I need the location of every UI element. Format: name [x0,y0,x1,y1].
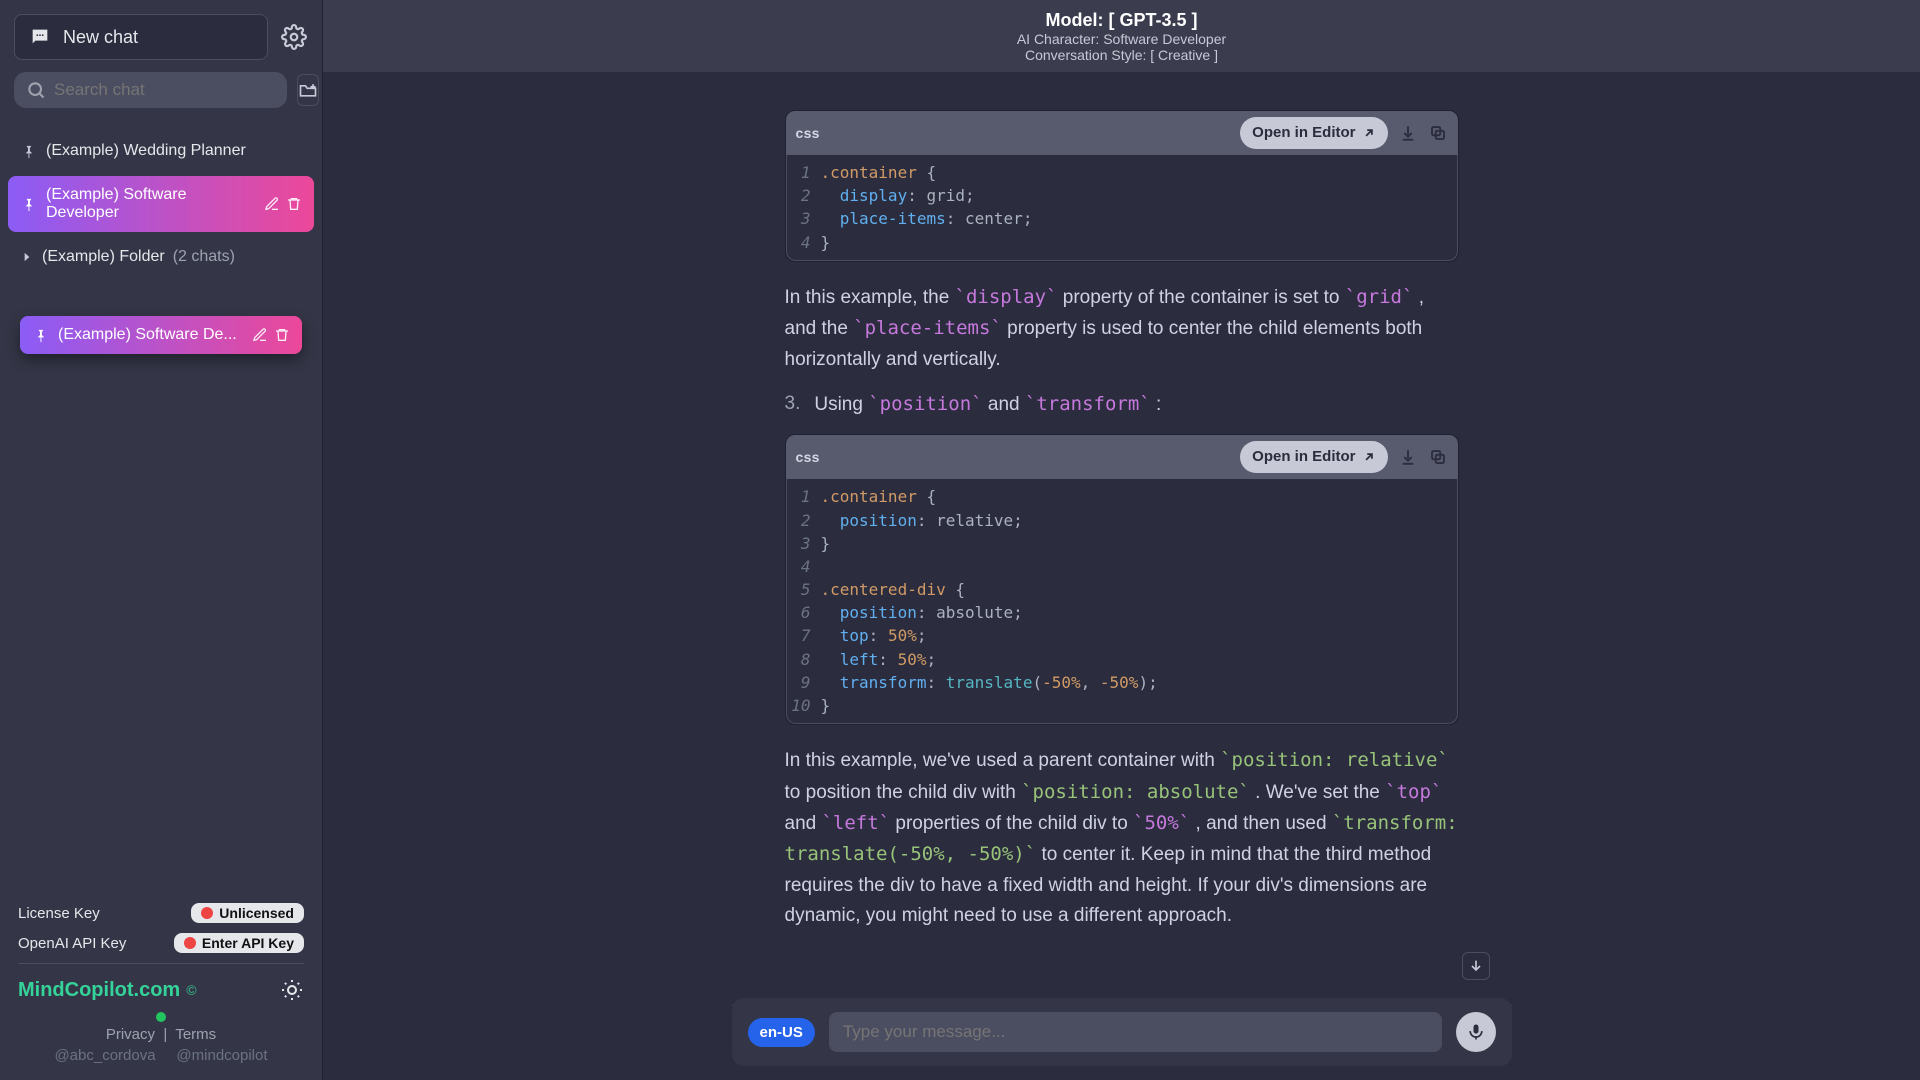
code-language-label: css [796,122,820,144]
input-language-pill[interactable]: en-US [748,1018,815,1047]
settings-button[interactable] [280,23,308,51]
inline-code: `left` [821,812,890,834]
privacy-link[interactable]: Privacy [106,1026,155,1043]
chat-item-label: (Example) Software Developer [46,186,254,222]
code-block: css Open in Editor [785,110,1459,262]
folder-meta: (2 chats) [173,248,235,266]
message-input[interactable] [829,1012,1442,1052]
search-chat-input[interactable] [54,80,275,100]
conversation-scroll[interactable]: css Open in Editor [323,72,1920,1080]
text: , and then used [1196,813,1332,834]
terms-link[interactable]: Terms [175,1026,216,1043]
api-key-pill[interactable]: Enter API Key [174,933,304,953]
inline-code: `position: absolute` [1021,781,1250,803]
character-label: AI Character: Software Developer [1017,31,1226,47]
chat-item-label: (Example) Wedding Planner [46,142,246,160]
api-pill-text: Enter API Key [202,935,294,951]
divider [18,963,304,964]
sidebar-chat-item-active[interactable]: (Example) Software Developer [8,176,314,232]
text: In this example, the [785,287,955,308]
list-number: 3. [785,389,801,420]
search-icon [26,80,46,100]
inline-code: `top` [1385,781,1442,803]
pin-icon [20,196,36,212]
copy-code-button[interactable] [1428,123,1448,143]
open-in-editor-button[interactable]: Open in Editor [1240,117,1387,149]
search-chat-wrap [14,72,287,108]
social-handle[interactable]: @abc_cordova [54,1047,155,1064]
inline-code: `place-items` [853,317,1002,339]
text: Using [814,394,868,415]
inline-code: `position` [868,393,982,415]
chat-list: (Example) Wedding Planner (Example) Soft… [0,122,322,889]
open-in-editor-button[interactable]: Open in Editor [1240,441,1387,473]
alert-dot-icon [201,907,213,919]
inline-code: `transform` [1025,393,1151,415]
copyright-icon: © [186,982,196,998]
code-body: 1.container { 2 display: grid; 3 place-i… [786,155,1458,261]
text: In this example, we've used a parent con… [785,750,1221,771]
topbar: Model: [ GPT-3.5 ] AI Character: Softwar… [323,0,1920,72]
delete-chat-button[interactable] [286,196,302,212]
message-paragraph: In this example, the `display` property … [785,282,1459,375]
delete-chat-button[interactable] [274,327,290,343]
license-pill-text: Unlicensed [219,905,294,921]
scroll-to-bottom-button[interactable] [1462,952,1490,980]
chat-item-label: (Example) Software De... [58,326,237,344]
pin-icon [32,327,48,343]
code-language-label: css [796,446,820,468]
message-paragraph: In this example, we've used a parent con… [785,745,1459,931]
text: to position the child div with [785,782,1022,803]
text: : [1156,394,1161,415]
text: and [785,813,822,834]
text: and [988,394,1025,415]
open-in-editor-label: Open in Editor [1252,445,1355,469]
license-status-pill[interactable]: Unlicensed [191,903,304,923]
inline-code: `50%` [1133,812,1190,834]
code-block: css Open in Editor [785,434,1459,725]
code-body: 1.container { 2 position: relative; 3} 4… [786,479,1458,724]
open-in-editor-label: Open in Editor [1252,121,1355,145]
new-folder-button[interactable] [297,74,319,106]
chevron-right-icon [20,250,34,264]
download-code-button[interactable] [1398,123,1418,143]
social-handle[interactable]: @mindcopilot [176,1047,267,1064]
main-panel: Model: [ GPT-3.5 ] AI Character: Softwar… [323,0,1920,1080]
drag-preview: (Example) Software De... [8,316,314,354]
brand-link[interactable]: MindCopilot.com © [18,979,197,1002]
license-key-label: License Key [18,905,100,922]
ordered-list: 3. Using `position` and `transform` : [785,389,1459,420]
alert-dot-icon [184,937,196,949]
text: . We've set the [1255,782,1385,803]
model-label: Model: [ GPT-3.5 ] [1045,10,1197,31]
sidebar-folder[interactable]: (Example) Folder (2 chats) [8,238,314,276]
brand-text: MindCopilot.com [18,979,180,1002]
inline-code: `position: relative` [1220,749,1449,771]
status-indicator [156,1012,166,1022]
theme-toggle-button[interactable] [280,978,304,1002]
sidebar: New chat (Example) Wedding Planner [0,0,323,1080]
edit-chat-button[interactable] [252,327,268,343]
inline-code: `display` [955,286,1058,308]
download-code-button[interactable] [1398,447,1418,467]
inline-code: `grid` [1345,286,1414,308]
text: properties of the child div to [895,813,1133,834]
new-chat-label: New chat [63,27,138,48]
copy-code-button[interactable] [1428,447,1448,467]
message-input-bar: en-US [732,998,1512,1066]
sidebar-chat-item[interactable]: (Example) Wedding Planner [8,132,314,170]
voice-input-button[interactable] [1456,1012,1496,1052]
chat-bubble-icon [29,26,51,48]
style-label: Conversation Style: [ Creative ] [1025,47,1218,63]
new-chat-button[interactable]: New chat [14,14,268,60]
edit-chat-button[interactable] [264,196,280,212]
folder-label: (Example) Folder [42,248,165,266]
api-key-label: OpenAI API Key [18,935,126,952]
link-sep: | [159,1026,175,1043]
sidebar-chat-item-dragging[interactable]: (Example) Software De... [20,316,302,354]
pin-icon [20,143,36,159]
sidebar-footer: License Key Unlicensed OpenAI API Key En… [0,889,322,1080]
text: property of the container is set to [1063,287,1345,308]
